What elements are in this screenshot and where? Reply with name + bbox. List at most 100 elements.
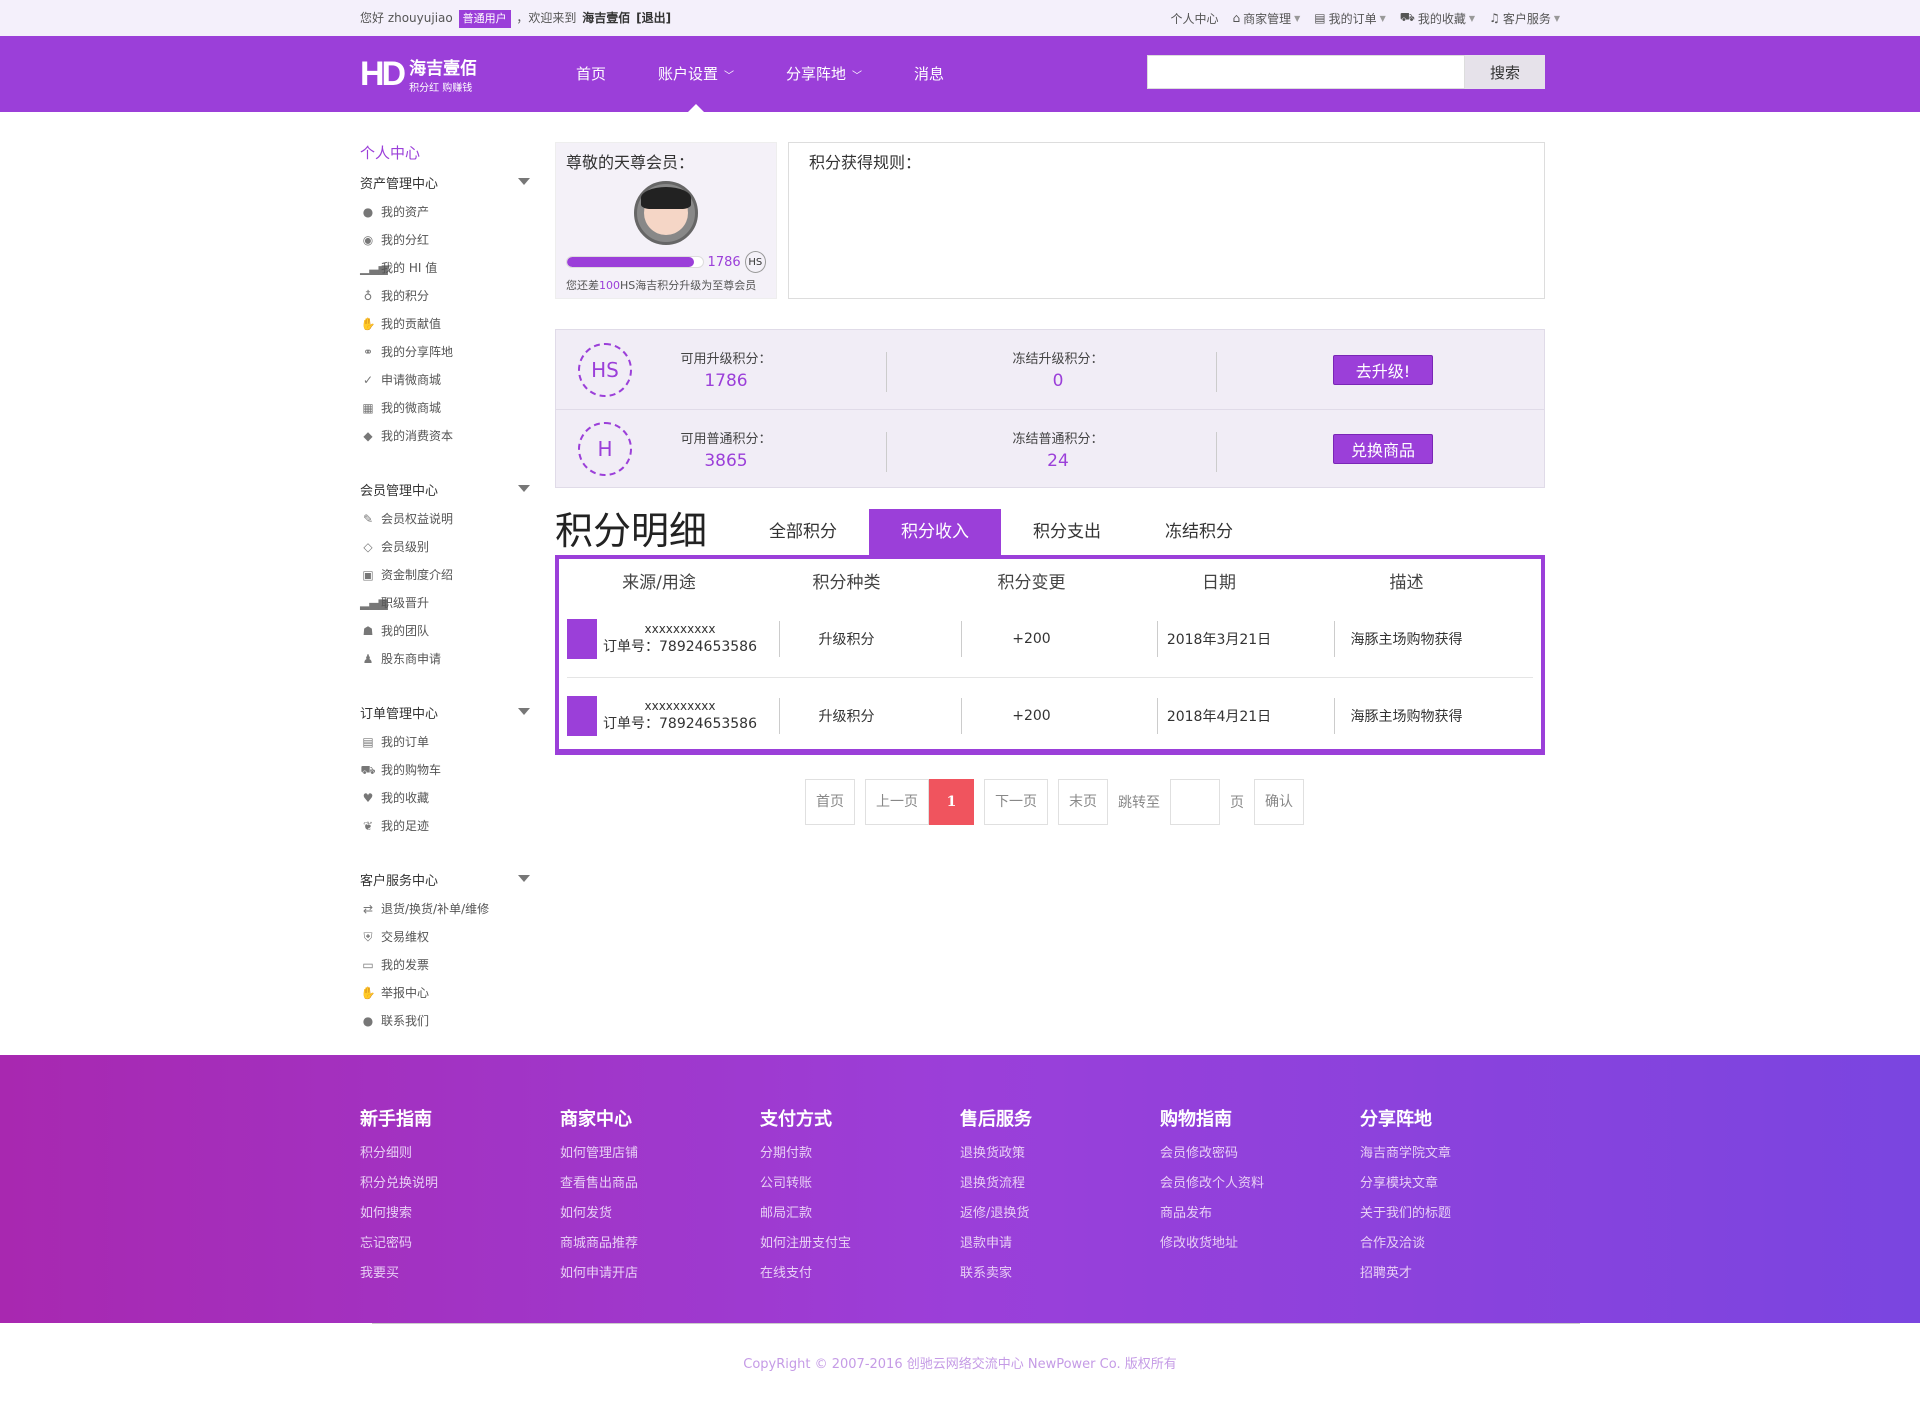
sidebar-item-my-team[interactable]: ☗ 我的团队 xyxy=(360,617,530,645)
sidebar-item-points[interactable]: ♁ 我的积分 xyxy=(360,282,530,310)
sidebar-item-promotion[interactable]: ▂▄▆ 职级晋升 xyxy=(360,589,530,617)
sidebar-item-returns[interactable]: ⇄ 退货/换货/补单/维修 xyxy=(360,895,530,923)
footer-link[interactable]: 退款申请 xyxy=(960,1229,1160,1259)
footer-link[interactable]: 我要买 xyxy=(360,1259,560,1289)
sidebar-item-contact[interactable]: ● 联系我们 xyxy=(360,1007,530,1035)
tab-all-points[interactable]: 全部积分 xyxy=(737,509,869,555)
footer-link[interactable]: 修改收货地址 xyxy=(1160,1229,1360,1259)
sidebar-item-microstore[interactable]: ▦ 我的微商城 xyxy=(360,394,530,422)
search-input[interactable] xyxy=(1147,55,1465,89)
toplink-merchant[interactable]: ⌂ 商家管理 ▼ xyxy=(1232,10,1300,27)
sidebar-item-report[interactable]: ✋ 举报中心 xyxy=(360,979,530,1007)
footer-link[interactable]: 退换货流程 xyxy=(960,1169,1160,1199)
sidebar-item-apply-microstore[interactable]: ✓ 申请微商城 xyxy=(360,366,530,394)
sidebar-item-invoices[interactable]: ▭ 我的发票 xyxy=(360,951,530,979)
toplink-favorites[interactable]: ⛟ 我的收藏 ▼ xyxy=(1400,10,1475,27)
logout-link[interactable]: [退出] xyxy=(636,11,671,25)
table-row[interactable]: xxxxxxxxxx 订单号：78924653586 升级积分 +200 201… xyxy=(567,677,1533,753)
product-thumbnail[interactable] xyxy=(567,619,597,659)
page-jump-input[interactable] xyxy=(1170,779,1220,825)
sidebar-title[interactable]: 个人中心 xyxy=(360,142,530,163)
footer-link[interactable]: 分期付款 xyxy=(760,1139,960,1169)
footer-link[interactable]: 查看售出商品 xyxy=(560,1169,760,1199)
tab-points-expense[interactable]: 积分支出 xyxy=(1001,509,1133,555)
footer-link[interactable]: 会员修改密码 xyxy=(1160,1139,1360,1169)
source-name: xxxxxxxxxx xyxy=(644,698,716,713)
footer-link[interactable]: 会员修改个人资料 xyxy=(1160,1169,1360,1199)
toplink-personal-center[interactable]: 个人中心 xyxy=(1170,10,1218,27)
footer-link[interactable]: 海吉商学院文章 xyxy=(1360,1139,1560,1169)
main-header: HD 海吉壹佰 积分红 购赚钱 首页 账户设置 ﹀ 分享阵地 ﹀ 消息 搜索 xyxy=(0,36,1920,112)
tab-points-income[interactable]: 积分收入 xyxy=(869,509,1002,555)
footer-link[interactable]: 如何申请开店 xyxy=(560,1259,760,1289)
sidebar-item-disputes[interactable]: ⛨ 交易维权 xyxy=(360,923,530,951)
sidebar-item-cart[interactable]: ⛟ 我的购物车 xyxy=(360,756,530,784)
footer-link[interactable]: 积分兑换说明 xyxy=(360,1169,560,1199)
footer-link[interactable]: 返修/退换货 xyxy=(960,1199,1160,1229)
table-row[interactable]: xxxxxxxxxx 订单号：78924653586 升级积分 +200 201… xyxy=(567,601,1533,677)
avatar-face xyxy=(641,187,691,235)
sidebar-item-member-rights[interactable]: ✎ 会员权益说明 xyxy=(360,505,530,533)
progress-fill xyxy=(567,257,695,267)
footer-link[interactable]: 分享模块文章 xyxy=(1360,1169,1560,1199)
sidebar-item-shareholder-apply[interactable]: ♟ 股东商申请 xyxy=(360,645,530,673)
first-page-button[interactable]: 首页 xyxy=(805,779,855,825)
prev-page-button[interactable]: 上一页 xyxy=(865,779,929,825)
sidebar-item-dividends[interactable]: ◉ 我的分红 xyxy=(360,226,530,254)
sidebar-item-my-assets[interactable]: ● 我的资产 xyxy=(360,198,530,226)
current-page[interactable]: 1 xyxy=(929,779,974,825)
next-page-button[interactable]: 下一页 xyxy=(984,779,1048,825)
footer-link[interactable]: 如何管理店铺 xyxy=(560,1139,760,1169)
footer-link[interactable]: 积分细则 xyxy=(360,1139,560,1169)
footer-link[interactable]: 联系卖家 xyxy=(960,1259,1160,1289)
footer-link[interactable]: 商城商品推荐 xyxy=(560,1229,760,1259)
sidebar-group-header[interactable]: 客户服务中心 xyxy=(360,870,530,889)
nav-account-settings[interactable]: 账户设置 ﹀ xyxy=(632,36,760,112)
triangle-down-icon[interactable] xyxy=(518,708,530,715)
footer-link[interactable]: 退换货政策 xyxy=(960,1139,1160,1169)
sidebar-item-fund-system[interactable]: ▣ 资金制度介绍 xyxy=(360,561,530,589)
footer-link[interactable]: 招聘英才 xyxy=(1360,1259,1560,1289)
progress-bar xyxy=(566,256,704,268)
avatar[interactable] xyxy=(634,181,698,245)
triangle-down-icon[interactable] xyxy=(518,178,530,185)
footer-link[interactable]: 如何搜索 xyxy=(360,1199,560,1229)
piggy-bank-icon: ◆ xyxy=(363,429,373,443)
upgrade-button[interactable]: 去升级! xyxy=(1333,354,1433,385)
sidebar-item-share-position[interactable]: ⚭ 我的分享阵地 xyxy=(360,338,530,366)
sidebar-group-header[interactable]: 订单管理中心 xyxy=(360,703,530,722)
sidebar-item-consumption-capital[interactable]: ◆ 我的消费资本 xyxy=(360,422,530,450)
triangle-down-icon[interactable] xyxy=(518,875,530,882)
footer-link[interactable]: 邮局汇款 xyxy=(760,1199,960,1229)
product-thumbnail[interactable] xyxy=(567,695,597,736)
sidebar-item-my-orders[interactable]: ▤ 我的订单 xyxy=(360,728,530,756)
footer-link[interactable]: 公司转账 xyxy=(760,1169,960,1199)
search-button[interactable]: 搜索 xyxy=(1465,55,1545,89)
footer-link[interactable]: 忘记密码 xyxy=(360,1229,560,1259)
footer-link[interactable]: 关于我们的标题 xyxy=(1360,1199,1560,1229)
sidebar-item-hi-value[interactable]: ▁▃▅ 我的 HI 值 xyxy=(360,254,530,282)
heart-icon: ♥ xyxy=(362,791,374,805)
sidebar-group-header[interactable]: 会员管理中心 xyxy=(360,480,530,499)
sidebar-group-header[interactable]: 资产管理中心 xyxy=(360,173,530,192)
nav-share[interactable]: 分享阵地 ﹀ xyxy=(760,36,888,112)
tab-frozen-points[interactable]: 冻结积分 xyxy=(1133,509,1265,555)
site-logo[interactable]: HD 海吉壹佰 积分红 购赚钱 xyxy=(360,54,540,95)
footer-link[interactable]: 如何注册支付宝 xyxy=(760,1229,960,1259)
footer-link[interactable]: 在线支付 xyxy=(760,1259,960,1289)
nav-home[interactable]: 首页 xyxy=(550,36,632,112)
redeem-button[interactable]: 兑换商品 xyxy=(1333,434,1433,464)
toplink-orders[interactable]: ▤ 我的订单 ▼ xyxy=(1314,10,1386,27)
toplink-customer-service[interactable]: ♫ 客户服务 ▼ xyxy=(1489,10,1560,27)
footer-link[interactable]: 如何发货 xyxy=(560,1199,760,1229)
sidebar-item-favorites[interactable]: ♥ 我的收藏 xyxy=(360,784,530,812)
sidebar-item-contribution[interactable]: ✋ 我的贡献值 xyxy=(360,310,530,338)
sidebar-item-member-level[interactable]: ◇ 会员级别 xyxy=(360,533,530,561)
footer-link[interactable]: 合作及洽谈 xyxy=(1360,1229,1560,1259)
last-page-button[interactable]: 末页 xyxy=(1058,779,1108,825)
triangle-down-icon[interactable] xyxy=(518,485,530,492)
nav-messages[interactable]: 消息 xyxy=(888,36,970,112)
sidebar-item-footprints[interactable]: ❦ 我的足迹 xyxy=(360,812,530,840)
confirm-jump-button[interactable]: 确认 xyxy=(1254,779,1304,825)
footer-link[interactable]: 商品发布 xyxy=(1160,1199,1360,1229)
